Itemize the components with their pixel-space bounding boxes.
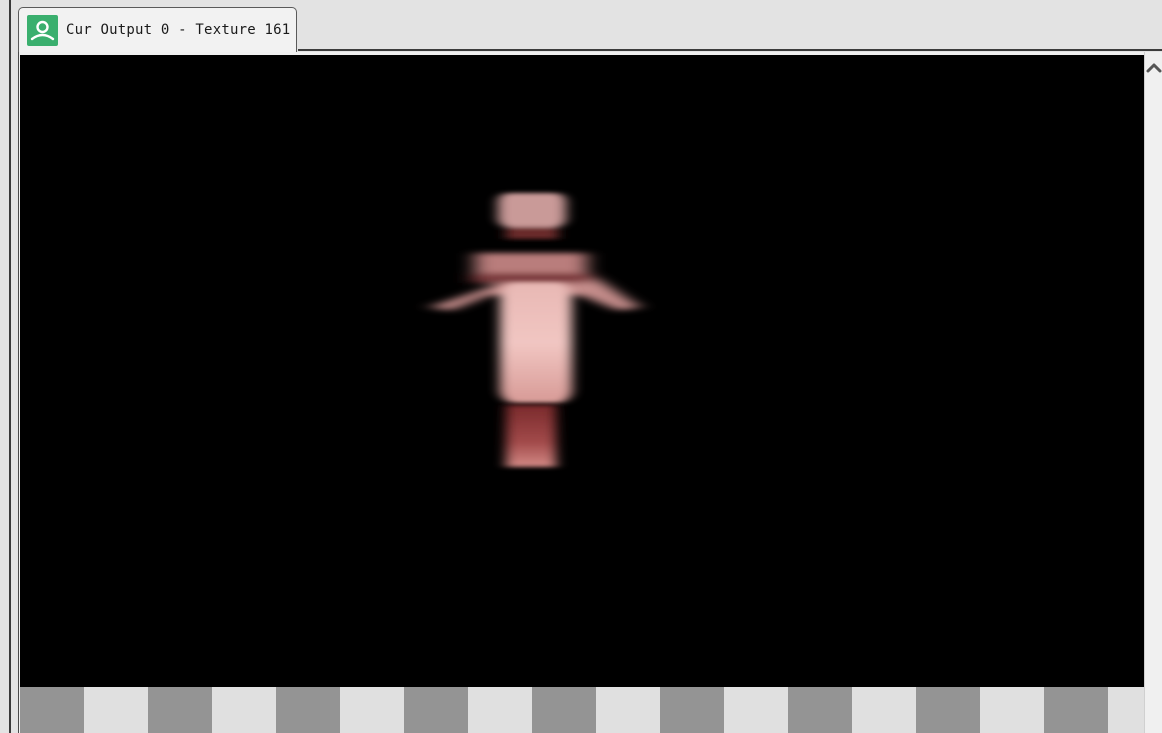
texture-image — [430, 193, 640, 467]
window-border — [9, 0, 11, 733]
chevron-up-icon[interactable] — [1145, 58, 1162, 78]
tab-title: Cur Output 0 - Texture 161 — [66, 22, 291, 38]
tab-cur-output[interactable]: Cur Output 0 - Texture 161 — [18, 7, 297, 52]
vertical-scrollbar[interactable] — [1144, 52, 1162, 733]
transparency-checkerboard — [20, 687, 1144, 733]
texture-viewport[interactable] — [20, 55, 1144, 687]
tab-strip-divider — [298, 49, 1162, 51]
user-icon — [27, 15, 58, 46]
texture-viewer-window: Cur Output 0 - Texture 161 — [0, 0, 1162, 733]
